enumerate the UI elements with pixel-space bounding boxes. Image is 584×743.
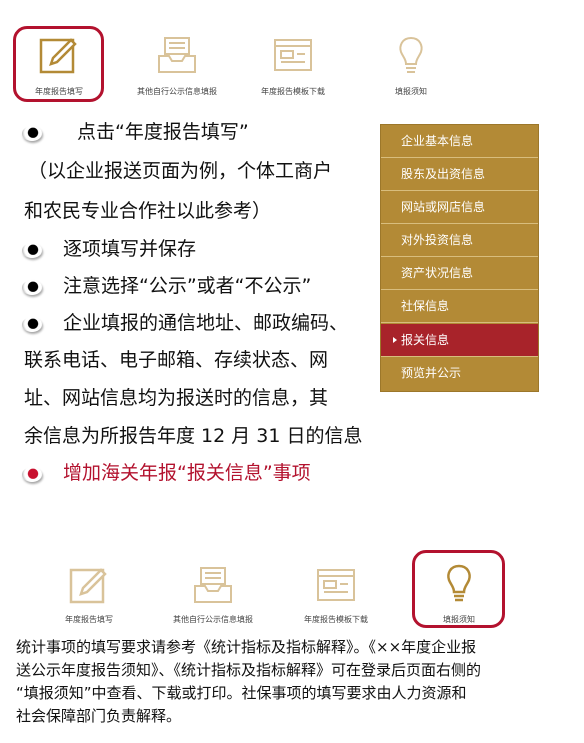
side-menu: 企业基本信息 股东及出资信息 网站或网店信息 对外投资信息 资产状况信息 社保信… [380,124,539,392]
menu-item-basic-info[interactable]: 企业基本信息 [381,125,538,158]
tile-label: 年度报告填写 [65,615,113,624]
footer-line: 送公示年度报告须知》、《统计指标及指标解释》可在登录后页面右侧的 [16,661,482,679]
footer-line: “填报须知”中查看、下载或打印。社保事项的填写要求由人力资源和 [16,684,467,702]
instruction-note: 和农民专业合作社以此参考） [24,200,272,222]
bullet-icon [22,280,42,295]
bottom-icon-bar: 年度报告填写 其他自行公示信息填报 年度报告模板下载 填报须知 [0,548,584,638]
footer-line: 社会保障部门负责解释。 [16,707,182,725]
tile-label: 其他自行公示信息填报 [137,87,217,96]
menu-item-shareholder-info[interactable]: 股东及出资信息 [381,158,538,191]
lightbulb-icon [399,36,423,73]
lightbulb-icon [447,564,471,602]
tile-label: 年度报告模板下载 [261,87,325,96]
tile-annual-report-fill[interactable]: 年度报告填写 [9,28,109,118]
menu-item-investment-info[interactable]: 对外投资信息 [381,224,538,257]
footer-line: 统计事项的填写要求请参考《统计指标及指标解释》。《××年度企业报 [16,638,477,656]
tile-other-public-info[interactable]: 其他自行公示信息填报 [163,554,263,644]
form-template-icon [317,569,355,601]
instruction-text: 企业填报的通信地址、邮政编码、 [63,312,349,334]
tile-label: 填报须知 [395,87,427,96]
bullet-icon [22,243,42,258]
tile-label: 填报须知 [443,615,475,624]
bullet-icon [22,126,42,141]
instruction-text: 逐项填写并保存 [63,238,197,260]
inbox-tray-icon [158,37,196,73]
pencil-icon [39,38,77,74]
tile-filing-notice[interactable]: 填报须知 [409,554,509,644]
bullet-icon [22,317,42,332]
instruction-text: 注意选择“公示”或者“不公示” [63,275,312,297]
menu-item-website-info[interactable]: 网站或网店信息 [381,191,538,224]
bullet-icon [22,467,42,482]
form-template-icon [274,39,312,71]
tile-label: 年度报告模板下载 [304,615,368,624]
instruction-text-cont: 联系电话、电子邮箱、存续状态、网 [24,349,329,371]
menu-item-preview-publish[interactable]: 预览并公示 [381,357,538,390]
instruction-text-highlight: 增加海关年报“报关信息”事项 [63,462,311,484]
instruction-text-cont: 址、网站信息均为报送时的信息，其 [24,387,329,409]
footer-note: 统计事项的填写要求请参考《统计指标及指标解释》。《××年度企业报 送公示年度报告… [16,636,571,728]
menu-item-asset-info[interactable]: 资产状况信息 [381,257,538,290]
tile-annual-report-fill[interactable]: 年度报告填写 [39,554,139,644]
inbox-tray-icon [194,567,232,603]
top-icon-bar: 年度报告填写 其他自行公示信息填报 年度报告模板下载 填报须知 [0,0,584,110]
menu-item-customs-info[interactable]: 报关信息 [381,324,538,357]
tile-label: 年度报告填写 [35,87,83,96]
instruction-text-cont: 余信息为所报告年度 12 月 31 日的信息 [24,425,363,447]
menu-item-social-security-info[interactable]: 社保信息 [381,290,538,323]
tile-filing-notice[interactable]: 填报须知 [361,28,461,118]
instruction-text: 点击“年度报告填写” [77,121,249,143]
tile-template-download[interactable]: 年度报告模板下载 [286,554,386,644]
tile-other-public-info[interactable]: 其他自行公示信息填报 [127,28,227,118]
tile-template-download[interactable]: 年度报告模板下载 [243,28,343,118]
tile-label: 其他自行公示信息填报 [173,615,253,624]
instruction-note: （以企业报送页面为例，个体工商户 [28,160,333,182]
pencil-icon [69,568,107,604]
